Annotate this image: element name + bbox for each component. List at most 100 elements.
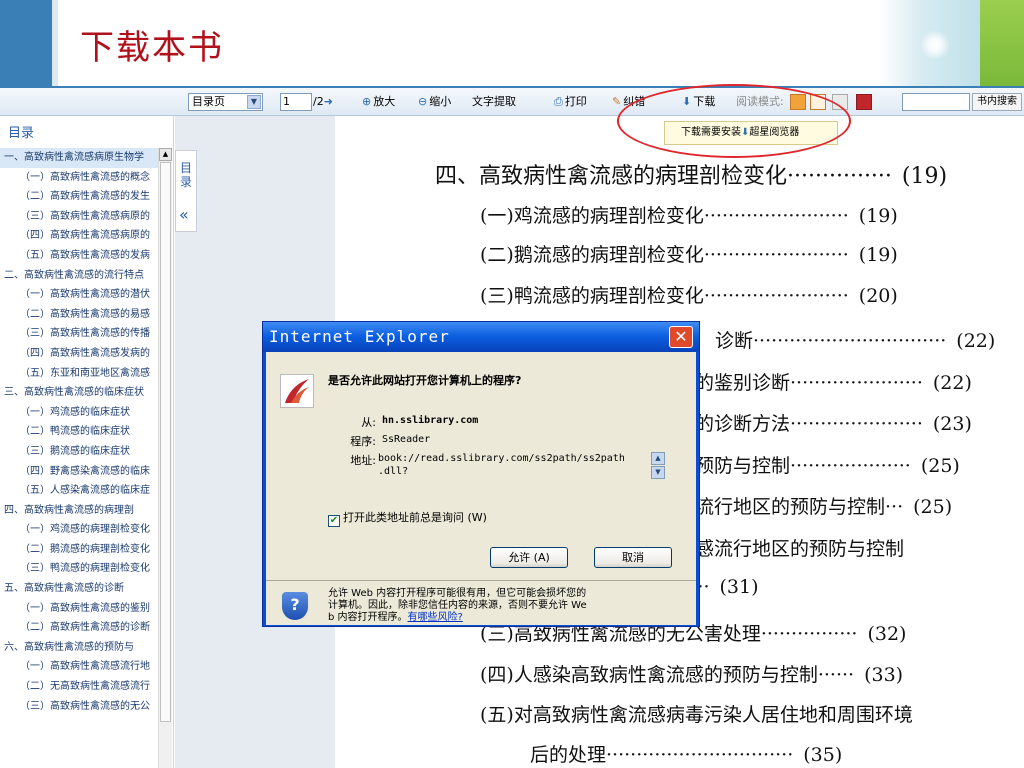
toc-page: (19) xyxy=(858,244,898,266)
sidebar-item[interactable]: 一、高致病性禽流感病原生物学 xyxy=(0,148,158,168)
text-extract-button[interactable]: 文字提取 xyxy=(472,93,516,111)
sidebar-item[interactable]: （四）高致病性禽流感发病的 xyxy=(0,344,158,364)
warning-line-2: 计算机。因此，除非您信任内容的来源，否则不要允许 We xyxy=(328,600,587,611)
toc-dots: ······························· xyxy=(606,744,794,766)
sidebar-item[interactable]: （三）高致病性禽流感的传播 xyxy=(0,324,158,344)
scrollbar-thumb[interactable] xyxy=(160,162,171,722)
toc-line: (二)鹅流感的病理剖检变化························ (19… xyxy=(480,240,898,267)
risks-link[interactable]: 有哪些风险? xyxy=(408,612,463,623)
sidebar-item[interactable]: （二）高致病性禽流感的易感 xyxy=(0,305,158,325)
catalog-select-value: 目录页 xyxy=(192,95,225,108)
sidebar-item[interactable]: 二、高致病性禽流感的流行特点 xyxy=(0,266,158,286)
scroll-down-icon[interactable]: ▼ xyxy=(651,466,665,479)
toc-line: 四、高致病性禽流感的病理剖检变化··············· (19) xyxy=(435,158,947,190)
address-scroller[interactable]: ▲ ▼ xyxy=(651,452,665,480)
sidebar-item[interactable]: 五、高致病性禽流感的诊断 xyxy=(0,579,158,599)
zoom-in-label: 放大 xyxy=(373,95,396,108)
toc-dots: ················ xyxy=(760,623,858,645)
sidebar-item[interactable]: （三）鸭流感的病理剖检变化 xyxy=(0,559,158,579)
toc-line: 感流行地区的预防与控制 xyxy=(695,534,914,561)
dialog-title: Internet Explorer xyxy=(269,327,450,346)
correct-button[interactable]: ✎ 纠错 xyxy=(612,93,645,111)
sidebar-item[interactable]: （二）高致病性禽流感的发生 xyxy=(0,187,158,207)
download-tooltip: 下载需要安装⬇超星阅览器 xyxy=(664,121,838,145)
catalog-select[interactable]: 目录页 ▼ xyxy=(188,93,263,111)
print-button[interactable]: ⎙ 打印 xyxy=(554,93,587,111)
scroll-up-icon[interactable]: ▲ xyxy=(159,148,172,161)
toc-page: (25) xyxy=(913,496,953,518)
sidebar-item[interactable]: （一）高致病性禽流感的鉴别 xyxy=(0,599,158,619)
sidebar-item[interactable]: （一）高致病性禽流感流行地 xyxy=(0,657,158,677)
sidebar-item[interactable]: （三）高致病性禽流感的无公 xyxy=(0,697,158,717)
sidebar-item[interactable]: （一）高致病性禽流感的概念 xyxy=(0,168,158,188)
address-line-1: book://read.sslibrary.com/ss2path/ss2pat… xyxy=(378,453,625,464)
sidebar-item[interactable]: （二）鸭流感的临床症状 xyxy=(0,422,158,442)
warning-line-1: 允许 Web 内容打开程序可能很有用，但它可能会损坏您的 xyxy=(328,588,587,599)
sidebar-item[interactable]: （三）高致病性禽流感病原的 xyxy=(0,207,158,227)
address-value: book://read.sslibrary.com/ss2path/ss2pat… xyxy=(378,452,670,484)
reader-toolbar: 目录页 ▼ 1 /2➜ ⊕ 放大 ⊖ 缩小 文字提取 ⎙ 打印 ✎ 纠错 ⬇ 下载 阅读模… xyxy=(0,88,1024,116)
sidebar-item[interactable]: 三、高致病性禽流感的临床症状 xyxy=(0,383,158,403)
checkbox-label: 打开此类地址前总是询问 (W) xyxy=(343,511,487,524)
toc-page: (23) xyxy=(932,413,972,435)
slide-title: 下载本书 xyxy=(80,28,224,68)
mode-single-icon[interactable] xyxy=(790,94,806,110)
toc-dots: ······················ xyxy=(790,413,923,435)
cancel-button[interactable]: 取消 xyxy=(594,547,672,568)
zoom-in-icon: ⊕ xyxy=(362,95,372,108)
collapse-catalog-tab[interactable]: 目录 « xyxy=(175,150,197,232)
toc-text: 流行地区的预防与控制 xyxy=(695,496,886,518)
toc-dots: ································ xyxy=(753,330,947,352)
sidebar-item[interactable]: （一）鸡流感的病理剖检变化 xyxy=(0,520,158,540)
book-search-button[interactable]: 书内搜索 xyxy=(972,93,1022,111)
page-number-input[interactable]: 1 xyxy=(280,93,312,111)
zoom-out-label: 缩小 xyxy=(429,95,452,108)
always-ask-checkbox[interactable]: ✔ 打开此类地址前总是询问 (W) xyxy=(328,509,487,527)
mode-scroll-icon[interactable] xyxy=(832,94,848,110)
sidebar-item[interactable]: （五）东亚和南亚地区禽流感 xyxy=(0,364,158,384)
sidebar-item[interactable]: （二）鹅流感的病理剖检变化 xyxy=(0,540,158,560)
toc-page: (22) xyxy=(932,372,972,394)
sidebar-scrollbar[interactable]: ▲ xyxy=(158,148,172,768)
allow-button[interactable]: 允许 (A) xyxy=(490,547,568,568)
book-search-input[interactable] xyxy=(902,93,970,111)
sidebar-item[interactable]: （三）鹅流感的临床症状 xyxy=(0,442,158,462)
toc-dots: ························ xyxy=(703,205,849,227)
sidebar-item[interactable]: （五）人感染禽流感的临床症 xyxy=(0,481,158,501)
sidebar-item[interactable]: （一）高致病性禽流感的潜伏 xyxy=(0,285,158,305)
toc-text: 的诊断方法 xyxy=(695,413,791,435)
toc-line: (一)鸡流感的病理剖检变化························ (19… xyxy=(480,201,898,228)
program-label: 程序: xyxy=(350,435,376,448)
toc-page: (35) xyxy=(803,744,843,766)
sidebar-item[interactable]: 六、高致病性禽流感的预防与 xyxy=(0,638,158,658)
toc-page: (25) xyxy=(920,455,960,477)
toc-line: 诊断································ (22) xyxy=(715,326,995,353)
toc-line: 预防与控制···················· (25) xyxy=(695,451,960,478)
ssreader-logo-icon[interactable] xyxy=(856,94,872,110)
sidebar-item[interactable]: （四）野禽感染禽流感的临床 xyxy=(0,462,158,482)
dialog-titlebar[interactable]: Internet Explorer ✕ xyxy=(263,322,699,352)
chevron-down-icon[interactable]: ▼ xyxy=(247,95,261,109)
checkbox-check-icon[interactable]: ✔ xyxy=(328,515,340,527)
mode-double-icon[interactable] xyxy=(810,94,826,110)
toc-dots: ··· xyxy=(885,496,904,518)
download-button[interactable]: ⬇ 下载 xyxy=(682,93,715,111)
tooltip-link[interactable]: 超星阅览器 xyxy=(749,127,799,138)
toc-line: (三)鸭流感的病理剖检变化························ (20… xyxy=(480,281,898,308)
toc-dots: ··············· xyxy=(787,164,892,189)
toc-text: 诊断 xyxy=(715,330,754,352)
toc-page: (33) xyxy=(864,664,904,686)
toc-line: (四)人感染高致病性禽流感的预防与控制······ (33) xyxy=(480,660,903,687)
ssreader-app-icon xyxy=(280,374,314,408)
go-arrow-icon[interactable]: ➜ xyxy=(324,95,333,108)
zoom-out-button[interactable]: ⊖ 缩小 xyxy=(418,93,451,111)
sidebar-item[interactable]: （二）高致病性禽流感的诊断 xyxy=(0,618,158,638)
scroll-up-icon[interactable]: ▲ xyxy=(651,452,665,465)
sidebar-item[interactable]: （一）鸡流感的临床症状 xyxy=(0,403,158,423)
close-icon[interactable]: ✕ xyxy=(669,326,693,348)
zoom-in-button[interactable]: ⊕ 放大 xyxy=(362,93,395,111)
sidebar-item[interactable]: （五）高致病性禽流感的发病 xyxy=(0,246,158,266)
sidebar-item[interactable]: 四、高致病性禽流感的病理剖 xyxy=(0,501,158,521)
sidebar-item[interactable]: （四）高致病性禽流感病原的 xyxy=(0,226,158,246)
sidebar-item[interactable]: （二）无高致病性禽流感流行 xyxy=(0,677,158,697)
